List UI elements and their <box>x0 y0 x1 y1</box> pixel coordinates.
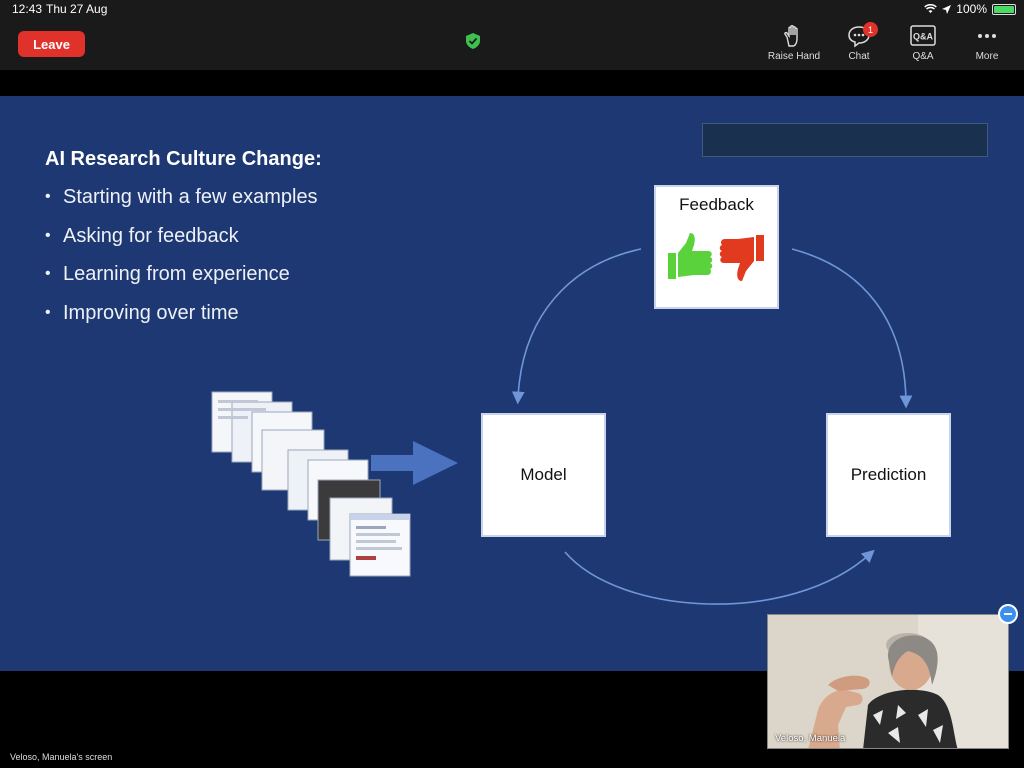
example-documents-stack <box>211 391 411 577</box>
prediction-label: Prediction <box>850 465 927 484</box>
thumbs-down-icon <box>719 235 764 281</box>
status-bar: 12:43 Thu 27 Aug 100% <box>0 0 1024 18</box>
thumbs-up-down-icon <box>668 233 764 281</box>
screen-share-margin <box>0 70 1024 96</box>
status-date: Thu 27 Aug <box>46 2 108 16</box>
qa-button[interactable]: Q&A Q&A <box>893 24 953 62</box>
more-icon <box>978 34 996 38</box>
chat-unread-badge: 1 <box>863 22 878 37</box>
model-label: Model <box>520 465 567 484</box>
qa-icon: Q&A <box>910 25 936 46</box>
shield-check-icon[interactable] <box>466 33 480 49</box>
meeting-toolbar: Leave Raise Hand 1 Chat Q&A Q&A More <box>0 18 1024 70</box>
minimize-video-button[interactable] <box>998 604 1018 624</box>
chat-button[interactable]: 1 Chat <box>829 22 889 62</box>
more-label: More <box>975 51 999 62</box>
battery-percent: 100% <box>956 2 987 16</box>
participant-video[interactable]: Veloso, Manuela <box>767 614 1009 749</box>
raise-hand-button[interactable]: Raise Hand <box>764 24 824 62</box>
battery-icon <box>992 3 1016 15</box>
qa-label: Q&A <box>912 51 934 62</box>
status-indicators: 100% <box>924 2 1016 16</box>
qa-icon-text: Q&A <box>913 32 934 42</box>
raise-hand-icon <box>784 25 798 47</box>
participant-video-feed <box>768 615 1008 748</box>
chat-label: Chat <box>848 51 870 62</box>
wifi-icon <box>924 4 938 13</box>
thumbs-up-icon <box>668 233 713 279</box>
status-time: 12:43 <box>12 2 43 16</box>
minus-icon <box>1004 613 1012 615</box>
prediction-box: Prediction <box>826 413 951 537</box>
shared-slide: AI Research Culture Change: • Starting wi… <box>0 96 1024 671</box>
feedback-label: Feedback <box>679 195 754 214</box>
participant-name: Veloso, Manuela <box>775 733 846 744</box>
location-icon <box>942 4 952 14</box>
feedback-loop-arrows <box>371 248 913 605</box>
model-box: Model <box>481 413 606 537</box>
more-button[interactable]: More <box>957 24 1017 62</box>
raise-hand-label: Raise Hand <box>767 51 821 62</box>
leave-button[interactable]: Leave <box>18 31 85 57</box>
feedback-box: Feedback <box>654 185 779 309</box>
shared-screen-label: Veloso, Manuela's screen <box>10 752 113 762</box>
